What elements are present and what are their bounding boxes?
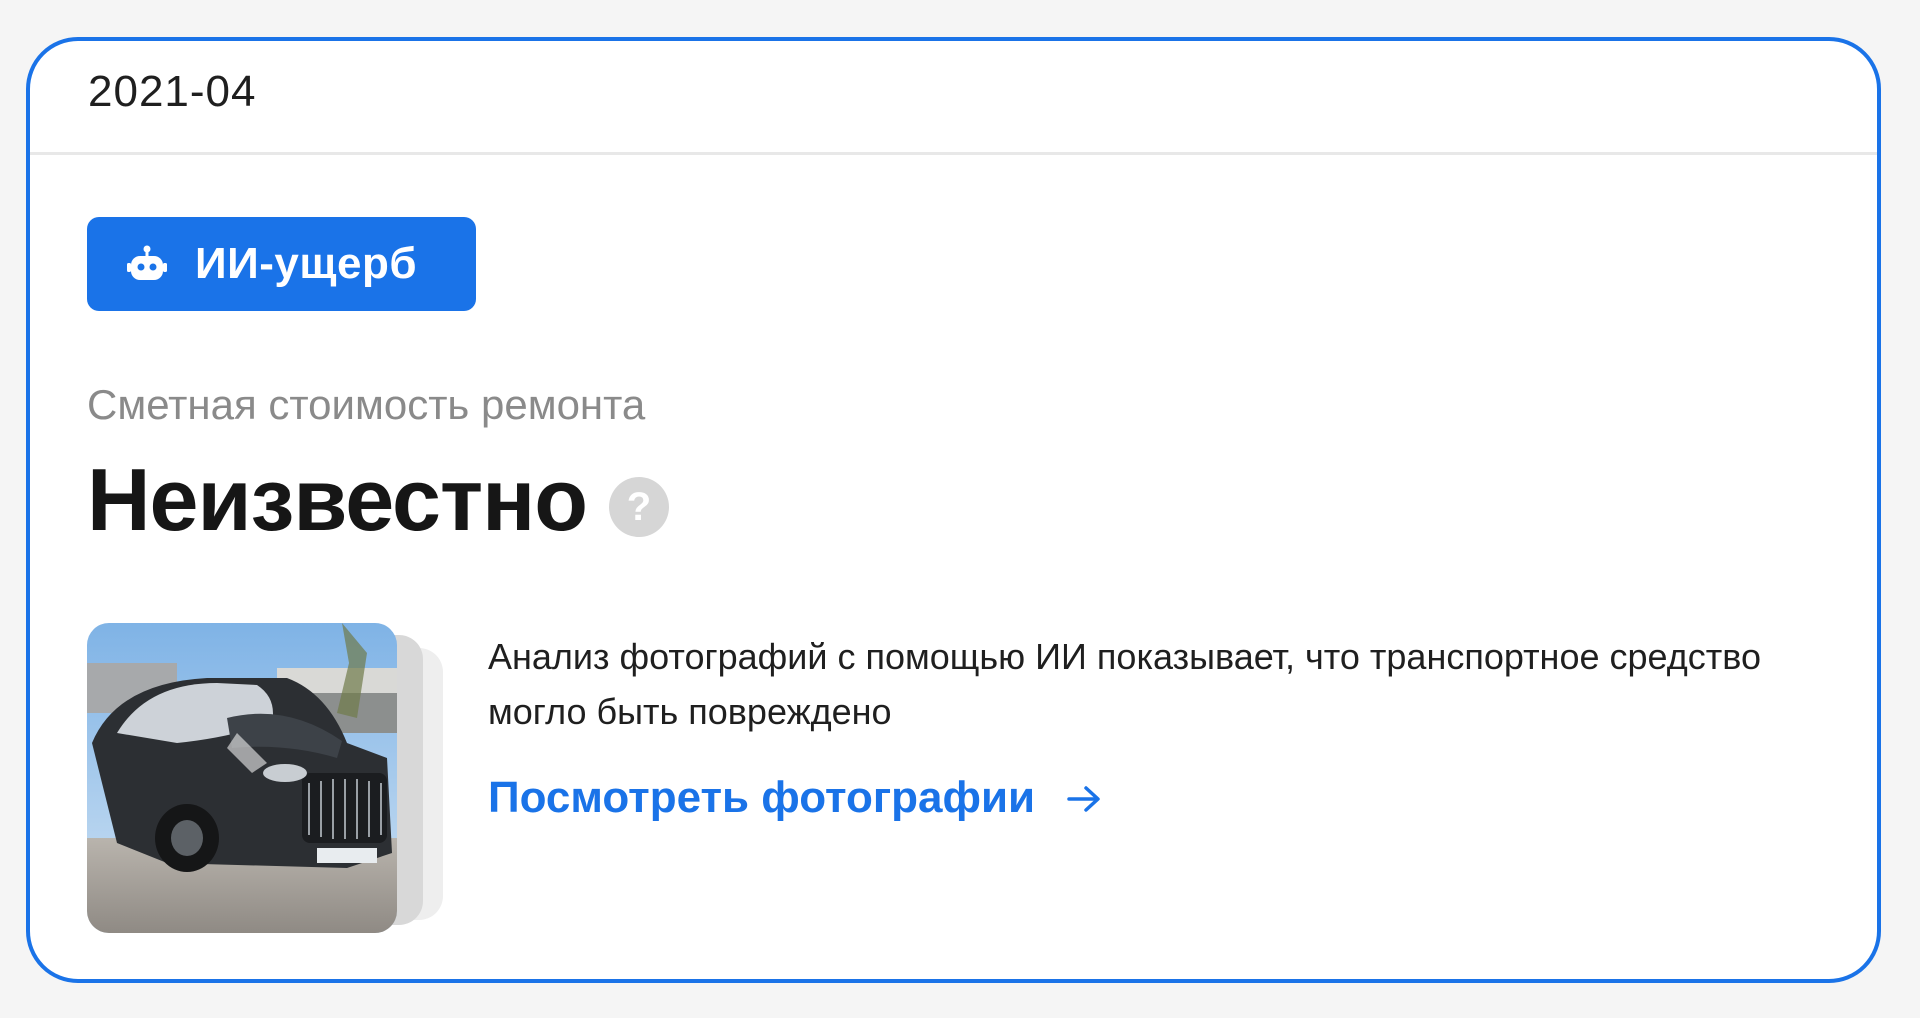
- help-icon[interactable]: ?: [609, 477, 669, 537]
- photo-stack[interactable]: [87, 623, 447, 933]
- view-photos-link[interactable]: Посмотреть фотографии: [488, 773, 1103, 823]
- record-date: 2021-04: [88, 66, 257, 116]
- repair-cost-value: Неизвестно: [87, 450, 588, 549]
- damaged-car-photo[interactable]: [87, 623, 397, 933]
- view-photos-link-label: Посмотреть фотографии: [488, 773, 1036, 822]
- badge-label: ИИ-ущерб: [195, 239, 418, 288]
- arrow-right-icon: [1065, 779, 1103, 817]
- ai-damage-badge: ИИ-ущерб: [87, 217, 476, 311]
- repair-cost-label: Сметная стоимость ремонта: [87, 381, 646, 428]
- repair-cost-row: Неизвестно ?: [87, 449, 669, 551]
- ai-analysis-description: Анализ фотографий с помощью ИИ показывае…: [488, 636, 1761, 732]
- card-header: 2021-04: [30, 41, 1877, 155]
- damage-card: 2021-04 ИИ-ущерб Сметная стоимость ремон…: [26, 37, 1881, 983]
- robot-icon: [127, 244, 167, 284]
